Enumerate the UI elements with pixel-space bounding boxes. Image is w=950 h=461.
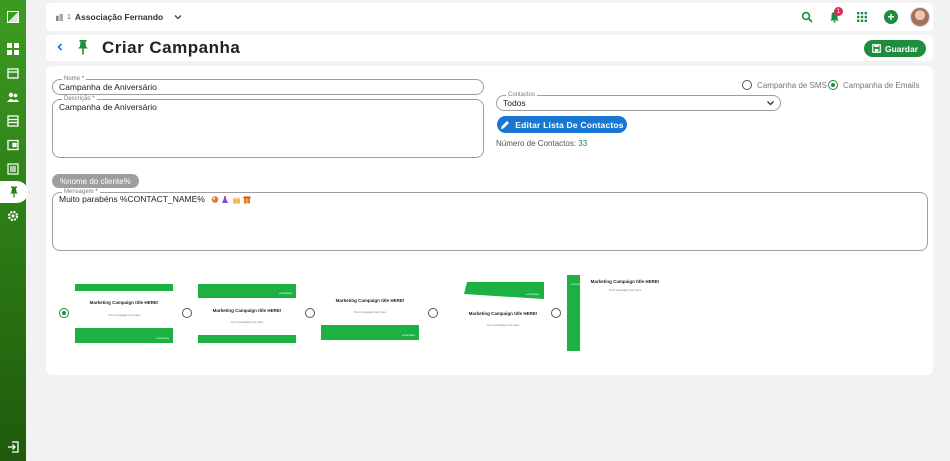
- sidebar: [0, 0, 28, 461]
- pin-icon: [77, 40, 89, 60]
- edit-contacts-button[interactable]: Editar Lista De Contactos: [497, 116, 627, 133]
- settings-icon[interactable]: [0, 205, 26, 227]
- top-bar: 1 Associação Fernando 1 +: [46, 3, 933, 31]
- logout-icon[interactable]: [0, 436, 26, 458]
- template-title: Marketing Campaign title HERE!: [212, 308, 282, 313]
- chevron-down-icon: [174, 15, 182, 20]
- message-value: Muito parabéns %CONTACT_NAME%: [59, 194, 205, 204]
- celebration-emoji-icon: [211, 195, 251, 203]
- back-arrow-icon[interactable]: [56, 41, 64, 55]
- wallet-icon[interactable]: [0, 134, 26, 156]
- contacts-count-value: 33: [578, 139, 588, 148]
- page-title: Criar Campanha: [102, 38, 241, 57]
- save-button[interactable]: Guardar: [864, 40, 926, 57]
- template-subtitle: Your campaign text here: [107, 313, 141, 317]
- template-5-radio[interactable]: [551, 308, 561, 318]
- save-label: Guardar: [884, 43, 919, 54]
- template-title: Marketing Campaign title HERE!: [468, 311, 538, 316]
- name-field[interactable]: Nome * Campanha de Aniversário: [52, 75, 484, 95]
- document-icon[interactable]: [0, 158, 26, 180]
- sms-campaign-radio[interactable]: [742, 80, 752, 90]
- template-5-preview[interactable]: ● Company Marketing Campaign title HERE!…: [567, 275, 667, 351]
- users-icon[interactable]: [0, 86, 26, 108]
- template-3-preview[interactable]: Marketing Campaign title HERE! Your camp…: [321, 294, 419, 341]
- organization-selector[interactable]: 1 Associação Fernando: [56, 12, 183, 22]
- dashboard-icon[interactable]: [0, 38, 26, 60]
- template-1-preview[interactable]: Marketing Campaign title HERE! Your camp…: [75, 284, 173, 343]
- org-name: Associação Fernando: [74, 12, 164, 22]
- template-subtitle: Your campaign text here: [230, 320, 264, 324]
- template-logo: ● Company: [402, 334, 415, 337]
- campaign-form: Nome * Campanha de Aniversário Descrição…: [46, 66, 933, 375]
- description-value: Campanha de Aniversário: [59, 102, 157, 112]
- template-1-radio[interactable]: [59, 308, 69, 318]
- email-campaign-radio[interactable]: [828, 80, 838, 90]
- template-subtitle: Your campaign text here: [353, 310, 387, 314]
- template-logo: ● Company: [279, 292, 292, 295]
- org-icon: [56, 13, 63, 21]
- edit-contacts-label: Editar Lista De Contactos: [515, 119, 624, 130]
- template-logo: ● Company: [156, 337, 169, 340]
- title-bar: Criar Campanha Guardar: [46, 35, 933, 61]
- email-campaign-label: Campanha de Emails: [843, 81, 920, 90]
- template-2-radio[interactable]: [182, 308, 192, 318]
- contacts-value: Todos: [503, 98, 526, 108]
- add-icon[interactable]: +: [884, 10, 898, 24]
- pencil-icon: [501, 120, 510, 129]
- customer-name-chip[interactable]: %nome do cliente%: [52, 174, 139, 188]
- message-field[interactable]: Mensagem * Muito parabéns %CONTACT_NAME%: [52, 188, 928, 251]
- template-3-radio[interactable]: [305, 308, 315, 318]
- template-logo: ● Company: [526, 293, 539, 296]
- description-field[interactable]: Descrição * Campanha de Aniversário: [52, 95, 484, 158]
- search-icon[interactable]: [800, 10, 814, 24]
- apps-grid-icon[interactable]: [855, 10, 869, 24]
- org-number: 1: [67, 13, 71, 21]
- avatar[interactable]: [910, 7, 930, 27]
- pin-icon[interactable]: [0, 181, 28, 203]
- name-value: Campanha de Aniversário: [59, 82, 157, 92]
- contacts-count: Número de Contactos: 33: [496, 139, 587, 148]
- notification-badge: 1: [834, 7, 843, 16]
- template-subtitle: Your campaign text here: [608, 288, 642, 292]
- template-title: Marketing Campaign title HERE!: [89, 300, 159, 305]
- save-icon: [872, 44, 881, 53]
- list-icon[interactable]: [0, 110, 26, 132]
- template-title: Marketing Campaign title HERE!: [590, 279, 660, 284]
- logo-icon[interactable]: [0, 6, 26, 28]
- template-subtitle: Your campaign text here: [486, 323, 520, 327]
- template-4-preview[interactable]: ● Company Marketing Campaign title HERE!…: [444, 281, 544, 331]
- contacts-count-label: Número de Contactos:: [496, 139, 577, 148]
- template-2-preview[interactable]: ● Company Marketing Campaign title HERE!…: [198, 284, 296, 343]
- template-title: Marketing Campaign title HERE!: [335, 298, 405, 303]
- template-4-radio[interactable]: [428, 308, 438, 318]
- sms-campaign-label: Campanha de SMS: [757, 81, 827, 90]
- contacts-select[interactable]: Contactos Todos: [496, 91, 781, 111]
- chevron-down-icon: [767, 101, 774, 106]
- calendar-icon[interactable]: [0, 62, 26, 84]
